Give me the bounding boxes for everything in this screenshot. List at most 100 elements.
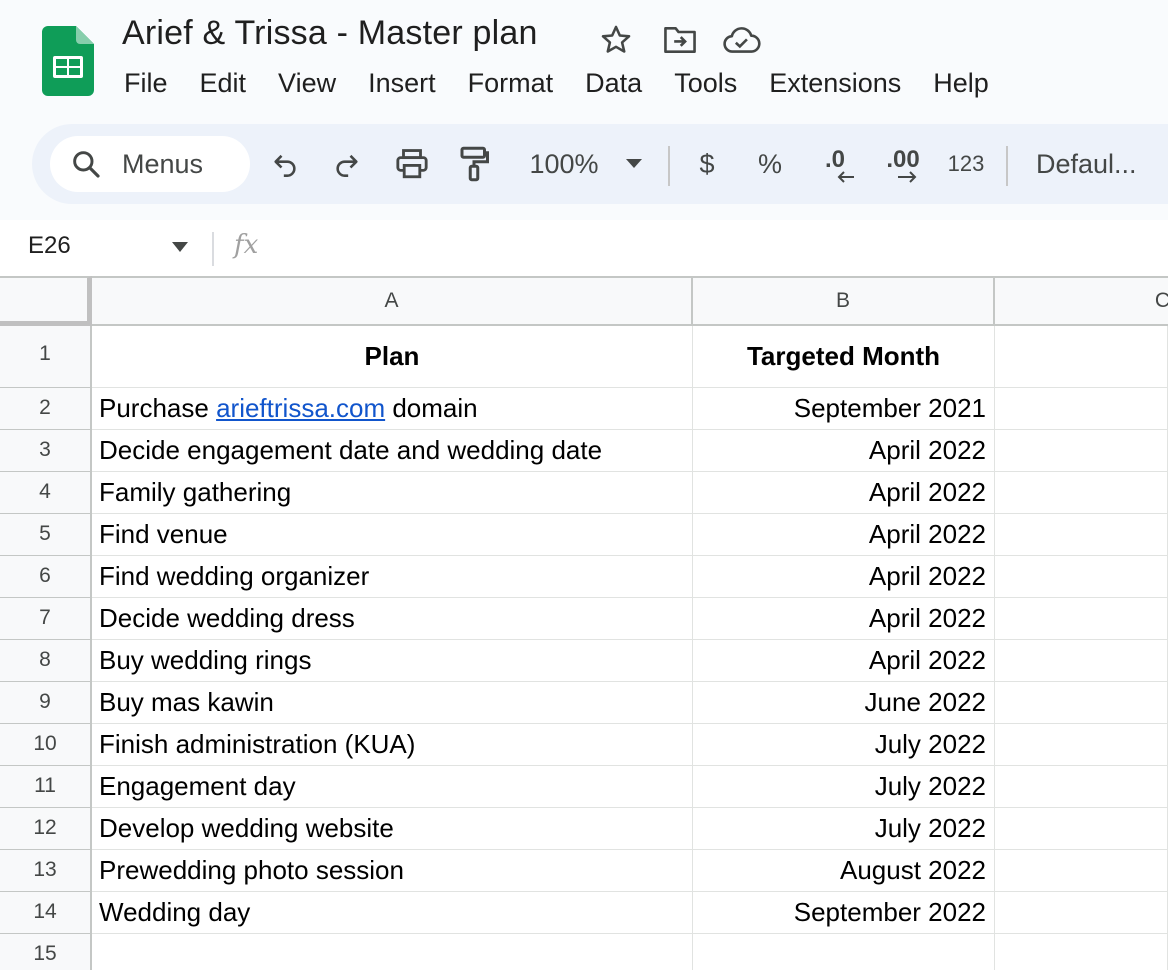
number-format-button[interactable]: 123 — [944, 144, 988, 184]
cell-a2-suffix: domain — [385, 393, 478, 423]
cell-a12[interactable]: Develop wedding website — [92, 808, 693, 850]
menu-view[interactable]: View — [262, 64, 352, 108]
menu-data[interactable]: Data — [569, 64, 658, 108]
cell-b6[interactable]: April 2022 — [693, 556, 995, 598]
row-header-3[interactable]: 3 — [0, 430, 92, 472]
menu-edit[interactable]: Edit — [184, 64, 263, 108]
row-header-5[interactable]: 5 — [0, 514, 92, 556]
cell-a2[interactable]: Purchase arieftrissa.com domain — [92, 388, 693, 430]
menu-file[interactable]: File — [108, 64, 184, 108]
cell-c6[interactable] — [995, 556, 1168, 598]
cell-c4[interactable] — [995, 472, 1168, 514]
row-header-13[interactable]: 13 — [0, 850, 92, 892]
cell-c15[interactable] — [995, 934, 1168, 970]
cell-c7[interactable] — [995, 598, 1168, 640]
cell-c13[interactable] — [995, 850, 1168, 892]
row-header-2[interactable]: 2 — [0, 388, 92, 430]
document-title[interactable]: Arief & Trissa - Master plan — [122, 14, 538, 53]
row-header-9[interactable]: 9 — [0, 682, 92, 724]
cell-b10[interactable]: July 2022 — [693, 724, 995, 766]
decrease-decimal-button[interactable]: .0 — [812, 144, 858, 184]
cell-a15[interactable] — [92, 934, 693, 970]
paint-format-button[interactable] — [456, 144, 492, 184]
cell-a2-prefix: Purchase — [99, 393, 217, 423]
formula-bar: E26 fx — [0, 220, 1168, 276]
number-format-label: 123 — [947, 151, 985, 176]
row-header-11[interactable]: 11 — [0, 766, 92, 808]
cell-a3[interactable]: Decide engagement date and wedding date — [92, 430, 693, 472]
menu-help[interactable]: Help — [917, 64, 1005, 108]
cell-a8[interactable]: Buy wedding rings — [92, 640, 693, 682]
cell-c8[interactable] — [995, 640, 1168, 682]
cell-a10[interactable]: Finish administration (KUA) — [92, 724, 693, 766]
cell-b12[interactable]: July 2022 — [693, 808, 995, 850]
format-percent-button[interactable]: % — [754, 144, 786, 184]
cell-c3[interactable] — [995, 430, 1168, 472]
font-family-select[interactable]: Defaul... — [1036, 144, 1148, 184]
cell-b15[interactable] — [693, 934, 995, 970]
cell-a7[interactable]: Decide wedding dress — [92, 598, 693, 640]
sheets-logo-icon[interactable] — [42, 26, 94, 96]
cell-b4[interactable]: April 2022 — [693, 472, 995, 514]
column-header-a[interactable]: A — [92, 276, 693, 326]
star-icon[interactable] — [596, 20, 636, 60]
cell-a4[interactable]: Family gathering — [92, 472, 693, 514]
row-header-12[interactable]: 12 — [0, 808, 92, 850]
cell-b2[interactable]: September 2021 — [693, 388, 995, 430]
caret-down-icon — [626, 159, 642, 168]
menu-tools[interactable]: Tools — [658, 64, 753, 108]
row-header-10[interactable]: 10 — [0, 724, 92, 766]
cell-c14[interactable] — [995, 892, 1168, 934]
cell-a9[interactable]: Buy mas kawin — [92, 682, 693, 724]
cell-b11[interactable]: July 2022 — [693, 766, 995, 808]
caret-down-icon[interactable] — [170, 240, 190, 254]
cloud-saved-icon[interactable] — [722, 20, 762, 60]
cell-a1[interactable]: Plan — [92, 326, 693, 388]
cell-c12[interactable] — [995, 808, 1168, 850]
row-header-7[interactable]: 7 — [0, 598, 92, 640]
cell-a14[interactable]: Wedding day — [92, 892, 693, 934]
print-button[interactable] — [392, 144, 432, 184]
cell-b1[interactable]: Targeted Month — [693, 326, 995, 388]
menu-format[interactable]: Format — [452, 64, 570, 108]
row-header-14[interactable]: 14 — [0, 892, 92, 934]
menu-extensions[interactable]: Extensions — [753, 64, 917, 108]
cell-b14[interactable]: September 2022 — [693, 892, 995, 934]
row-header-8[interactable]: 8 — [0, 640, 92, 682]
menu-insert[interactable]: Insert — [352, 64, 452, 108]
cell-a5[interactable]: Find venue — [92, 514, 693, 556]
column-header-c-label: C — [1154, 289, 1168, 312]
row-header-6[interactable]: 6 — [0, 556, 92, 598]
cell-c1[interactable] — [995, 326, 1168, 388]
cell-c11[interactable] — [995, 766, 1168, 808]
domain-link[interactable]: arieftrissa.com — [216, 393, 385, 424]
zoom-dropdown-caret[interactable] — [622, 144, 646, 184]
cell-b8[interactable]: April 2022 — [693, 640, 995, 682]
cell-c2[interactable] — [995, 388, 1168, 430]
cell-b5[interactable]: April 2022 — [693, 514, 995, 556]
column-header-c[interactable]: C — [995, 276, 1168, 326]
cell-b3[interactable]: April 2022 — [693, 430, 995, 472]
cell-a6[interactable]: Find wedding organizer — [92, 556, 693, 598]
cell-a11[interactable]: Engagement day — [92, 766, 693, 808]
search-menus-box[interactable]: Menus — [50, 136, 250, 192]
column-header-b[interactable]: B — [693, 276, 995, 326]
cell-b7[interactable]: April 2022 — [693, 598, 995, 640]
zoom-select[interactable]: 100% — [524, 144, 604, 184]
cell-b13[interactable]: August 2022 — [693, 850, 995, 892]
cell-c10[interactable] — [995, 724, 1168, 766]
redo-button[interactable] — [330, 144, 364, 184]
increase-decimal-button[interactable]: .00 — [878, 144, 928, 184]
row-header-1[interactable]: 1 — [0, 326, 92, 388]
name-box[interactable]: E26 — [28, 232, 71, 260]
cell-c5[interactable] — [995, 514, 1168, 556]
format-currency-button[interactable]: $ — [692, 144, 722, 184]
select-all-corner[interactable] — [0, 276, 92, 326]
cell-b9[interactable]: June 2022 — [693, 682, 995, 724]
row-header-4[interactable]: 4 — [0, 472, 92, 514]
move-folder-icon[interactable] — [660, 20, 700, 60]
cell-c9[interactable] — [995, 682, 1168, 724]
row-header-15[interactable]: 15 — [0, 934, 92, 970]
undo-button[interactable] — [268, 144, 302, 184]
cell-a13[interactable]: Prewedding photo session — [92, 850, 693, 892]
